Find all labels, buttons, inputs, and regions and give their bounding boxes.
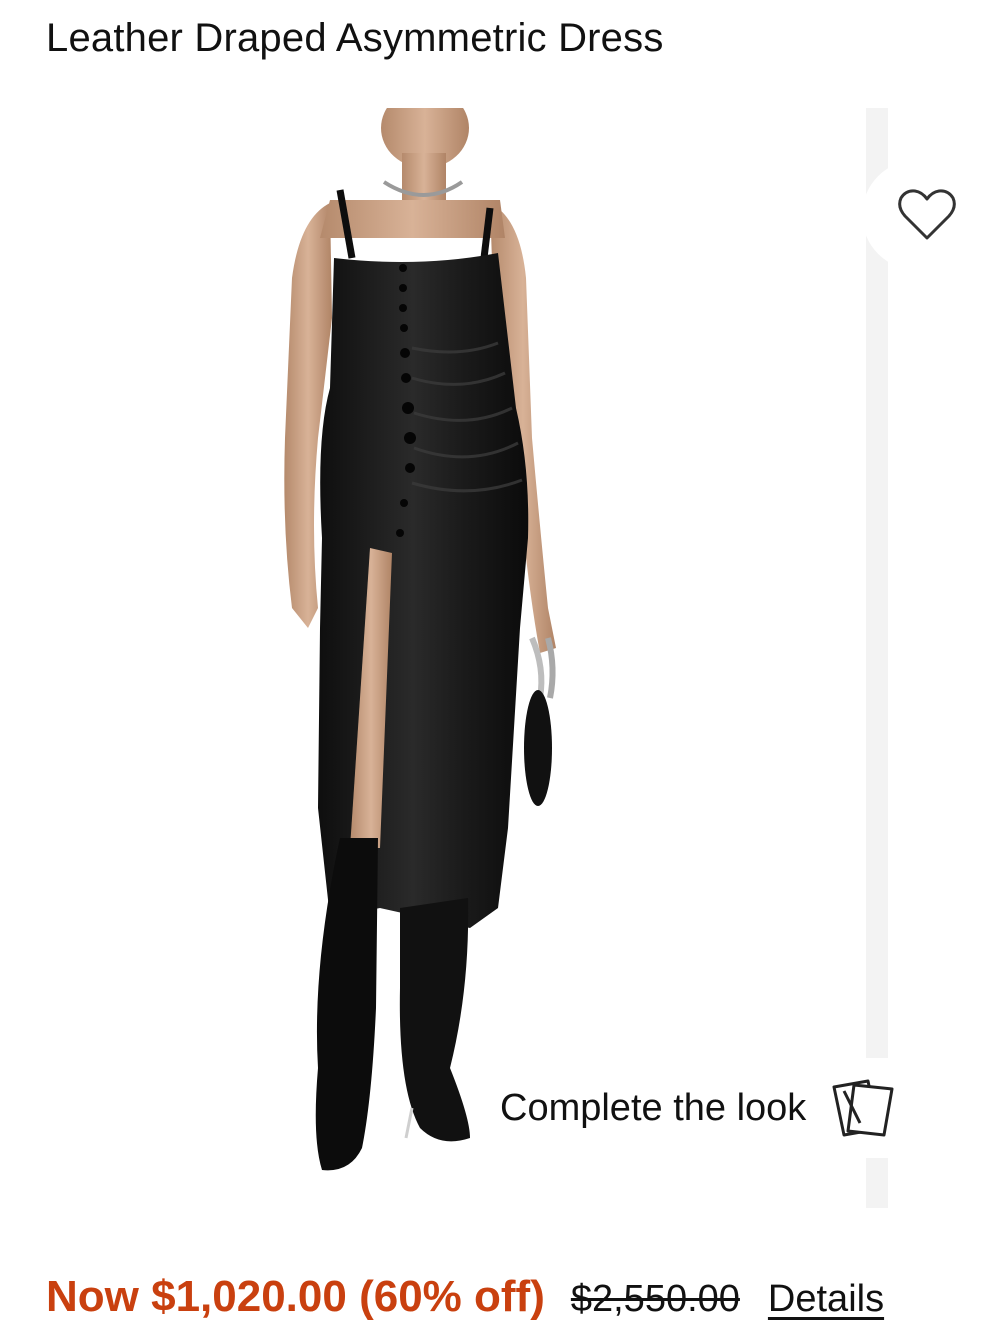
price-details-link[interactable]: Details bbox=[768, 1278, 884, 1321]
complete-the-look-button[interactable]: Complete the look bbox=[500, 1058, 1000, 1158]
model-figure bbox=[284, 108, 556, 1171]
product-image[interactable] bbox=[0, 108, 870, 1208]
product-image-gallery[interactable]: Complete the look bbox=[0, 108, 1000, 1208]
original-price: $2,550.00 bbox=[570, 1278, 740, 1320]
complete-the-look-label: Complete the look bbox=[500, 1086, 807, 1129]
favorite-button[interactable] bbox=[862, 160, 992, 270]
heart-outline-icon bbox=[897, 188, 957, 242]
sale-price: Now $1,020.00 (60% off) bbox=[46, 1272, 545, 1321]
price-row: Now $1,020.00 (60% off) $2,550.00 Detail… bbox=[46, 1272, 884, 1328]
cards-icon bbox=[830, 1079, 896, 1137]
product-title: Leather Draped Asymmetric Dress bbox=[46, 16, 664, 60]
gallery-scroll-strip bbox=[866, 108, 888, 1208]
